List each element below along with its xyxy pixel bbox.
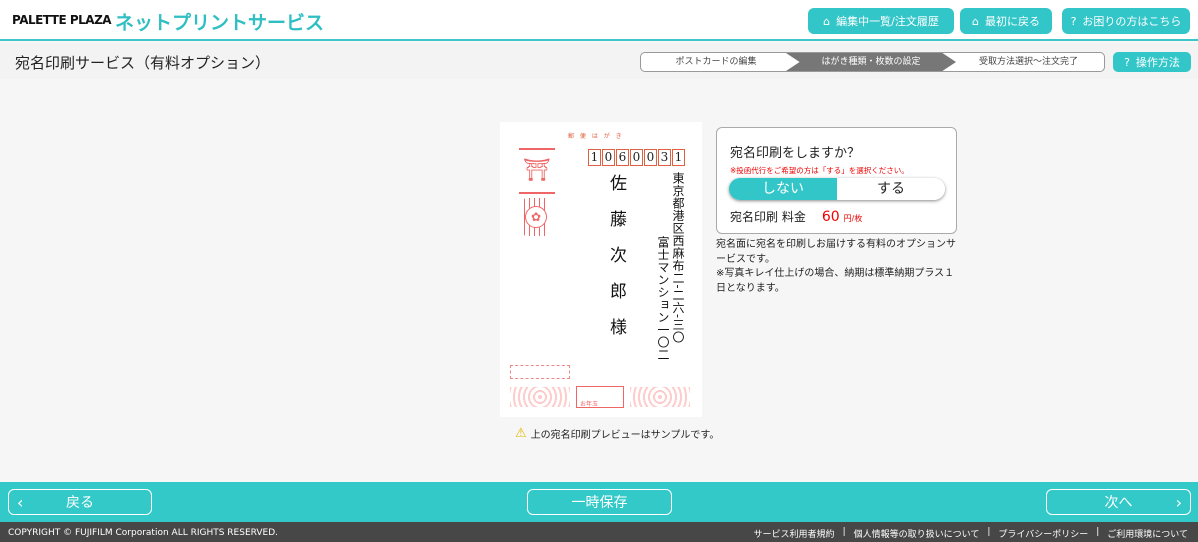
postcard-heading: 郵 便 は が き xyxy=(568,133,624,140)
header: PALETTE PLAZA ネットプリントサービス ⌂ 編集中一覧/注文履歴 ⌂ 最… xyxy=(0,0,1198,41)
label: 操作方法 xyxy=(1135,56,1180,69)
separator: | xyxy=(987,527,991,537)
zip-digit: 0 xyxy=(630,149,643,166)
price-unit: 円/枚 xyxy=(843,214,863,223)
label: お困りの方はこちら xyxy=(1082,15,1182,28)
next-button[interactable]: 次へ › xyxy=(1046,489,1191,515)
label: 最初に戻る xyxy=(984,15,1040,28)
toggle-yes[interactable]: する xyxy=(837,178,945,200)
page-title: 宛名印刷サービス（有料オプション） xyxy=(15,54,271,72)
personal-info-link[interactable]: 個人情報等の取り扱いについて xyxy=(854,527,980,540)
chevron-left-icon: ‹ xyxy=(17,492,24,512)
sender-zip-boxes xyxy=(510,365,570,379)
sample-warning: ⚠ 上の宛名印刷プレビューはサンプルです。 xyxy=(515,426,719,441)
description-text: 宛名面に宛名を印刷しお届けする有料のオプションサービスです。 xyxy=(716,239,956,265)
zip-digit: 1 xyxy=(672,149,685,166)
copyright: COPYRIGHT © FUJIFILM Corporation ALL RIG… xyxy=(8,528,279,538)
lottery-design xyxy=(630,387,690,407)
description-note: ※写真キレイ仕上げの場合、納期は標準納期プラス１日となります。 xyxy=(716,268,955,294)
label: 編集中一覧/注文履歴 xyxy=(836,15,939,28)
address-print-option-panel: 宛名印刷をしますか？ ※投函代行をご希望の方は「する」を選択ください。 しない … xyxy=(716,127,957,234)
separator: | xyxy=(1096,527,1100,537)
print-toggle[interactable]: しない する xyxy=(729,178,945,200)
copyright-bar: COPYRIGHT © FUJIFILM Corporation ALL RIG… xyxy=(0,522,1198,542)
postmark-icon: ✿ xyxy=(524,198,548,236)
zip-digit: 1 xyxy=(588,149,601,166)
zip-digit: 3 xyxy=(658,149,671,166)
zip-code: 1060031 xyxy=(588,149,685,166)
price-label: 宛名印刷 料金 xyxy=(730,210,806,224)
address-line-1: 東京都港区西麻布二‐二六‐三〇 xyxy=(671,172,685,344)
label: 次へ xyxy=(1104,495,1133,511)
address-preview: 郵 便 は が き 1060031 ⛩ ✿ 佐藤次郎様 東京都港区西麻布二‐二六… xyxy=(500,122,702,417)
step-settings: はがき種類・枚数の設定 xyxy=(786,53,956,71)
home-icon: ⌂ xyxy=(823,14,831,28)
price-value: 60 xyxy=(821,209,840,225)
footer-nav: ‹ 戻る 一時保存 次へ › xyxy=(0,482,1198,522)
step-complete: 受取方法選択～注文完了 xyxy=(978,57,1078,67)
save-button[interactable]: 一時保存 xyxy=(527,489,672,515)
option-description: 宛名面に宛名を印刷しお届けする有料のオプションサービスです。 ※写真キレイ仕上げ… xyxy=(716,238,961,296)
question-icon: ? xyxy=(1124,55,1130,69)
home-icon: ⌂ xyxy=(972,14,979,28)
zip-digit: 0 xyxy=(602,149,615,166)
help-contact-button[interactable]: ? お困りの方はこちら xyxy=(1062,8,1190,34)
recipient-name: 佐藤次郎様 xyxy=(606,174,626,354)
separator: | xyxy=(842,527,846,537)
lottery-stamp: お年玉 xyxy=(576,386,624,408)
edit-list-button[interactable]: ⌂ 編集中一覧/注文履歴 xyxy=(808,8,954,34)
warning-text: 上の宛名印刷プレビューはサンプルです。 xyxy=(530,430,720,441)
environment-link[interactable]: ご利用環境について xyxy=(1107,527,1188,540)
privacy-link[interactable]: プライバシーポリシー xyxy=(998,527,1088,540)
back-to-start-button[interactable]: ⌂ 最初に戻る xyxy=(960,8,1052,34)
back-button[interactable]: ‹ 戻る xyxy=(8,489,152,515)
service-title: ネットプリントサービス xyxy=(115,12,325,34)
lottery-design xyxy=(510,387,570,407)
footer-links: サービス利用者規約 | 個人情報等の取り扱いについて | プライバシーポリシー | ご… xyxy=(754,527,1188,540)
how-to-button[interactable]: ? 操作方法 xyxy=(1113,52,1191,72)
terms-link[interactable]: サービス利用者規約 xyxy=(754,527,835,540)
label: 一時保存 xyxy=(571,495,628,511)
stamp-icon: ⛩ xyxy=(519,148,555,194)
option-question: 宛名印刷をしますか？ xyxy=(730,146,861,161)
question-icon: ? xyxy=(1070,14,1077,28)
price-row: 宛名印刷 料金 60 円/枚 xyxy=(730,208,862,225)
logo[interactable]: PALETTE PLAZA xyxy=(12,13,112,27)
progress-steps: ポストカードの編集 はがき種類・枚数の設定 受取方法選択～注文完了 xyxy=(640,52,1105,72)
label: 戻る xyxy=(66,495,94,511)
option-note: ※投函代行をご希望の方は「する」を選択ください。 xyxy=(730,166,909,175)
address-line-2: 富士マンション一〇二 xyxy=(656,236,670,361)
step-edit: ポストカードの編集 xyxy=(675,57,757,67)
zip-digit: 6 xyxy=(616,149,629,166)
chevron-right-icon: › xyxy=(1175,492,1182,512)
toggle-no[interactable]: しない xyxy=(729,178,837,200)
warning-icon: ⚠ xyxy=(515,426,527,441)
zip-digit: 0 xyxy=(644,149,657,166)
